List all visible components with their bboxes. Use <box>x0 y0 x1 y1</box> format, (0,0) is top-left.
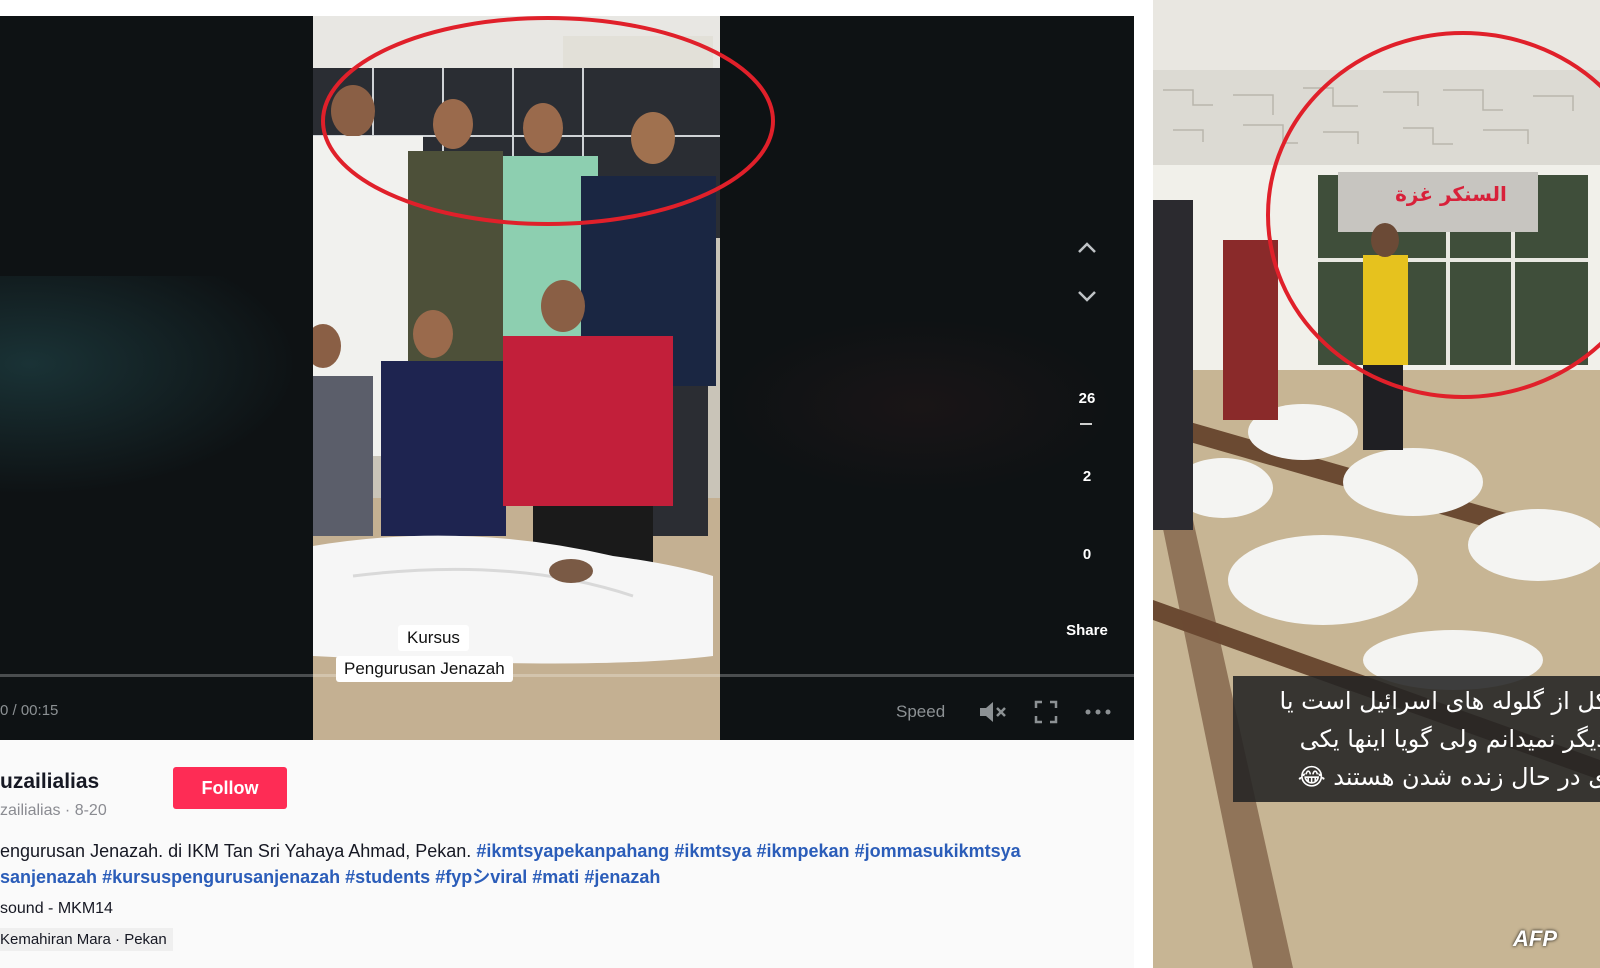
follow-button[interactable]: Follow <box>173 767 287 809</box>
hashtag-link[interactable]: #ikmpekan <box>757 841 850 861</box>
description-line-1: engurusan Jenazah. di IKM Tan Sri Yahaya… <box>0 838 1134 864</box>
overlay-caption: کل از گلوله های اسرائیل است یا دیگر نمید… <box>1233 676 1600 802</box>
save-count[interactable]: 0 <box>1057 546 1117 563</box>
hashtag-link[interactable]: sanjenazah <box>0 867 97 887</box>
chevron-down-icon[interactable] <box>1074 286 1100 306</box>
post-info: uzailialias zailialias · 8-20 Follow eng… <box>0 740 1134 968</box>
hashtag-link[interactable]: #ikmtsya <box>674 841 751 861</box>
image-separator <box>1134 0 1153 968</box>
hashtag-link[interactable]: #kursuspengurusanjenazah <box>102 867 340 887</box>
comment-count[interactable]: 2 <box>1057 468 1117 485</box>
speed-button[interactable]: Speed <box>896 702 945 722</box>
hashtag-link[interactable]: #fypシviral <box>435 867 527 887</box>
post-description: engurusan Jenazah. di IKM Tan Sri Yahaya… <box>0 838 1134 890</box>
video-player[interactable]: Kursus Pengurusan Jenazah 0 / 00:15 Spee… <box>0 16 1134 740</box>
hashtag-link[interactable]: #mati <box>532 867 579 887</box>
afp-watermark: AFP <box>1513 926 1557 951</box>
banner-text: السنكر غزة <box>1395 182 1507 206</box>
comparison-image: السنكر غزة کل از گلوله های اسرائیل است ی… <box>1153 0 1600 968</box>
divider <box>1080 423 1092 425</box>
username[interactable]: uzailialias <box>0 770 99 794</box>
caption-line: کل از گلوله های اسرائیل است یا <box>1279 687 1600 715</box>
annotation-circle <box>1266 31 1600 399</box>
progress-bar[interactable] <box>0 674 1134 677</box>
time-readout: 0 / 00:15 <box>0 702 59 719</box>
video-caption: Kursus <box>398 625 469 651</box>
chevron-up-icon[interactable] <box>1074 238 1100 258</box>
video-caption: Pengurusan Jenazah <box>336 656 513 682</box>
caption-line: ی در حال زنده شدن هستند 😂 <box>1297 763 1600 791</box>
music-link[interactable]: sound - MKM14 <box>0 900 113 918</box>
hashtag-link[interactable]: #jenazah <box>584 867 660 887</box>
description-line-2: sanjenazah #kursuspengurusanjenazah #stu… <box>0 864 1134 890</box>
more-options-icon[interactable] <box>1084 700 1112 724</box>
description-text: engurusan Jenazah. di IKM Tan Sri Yahaya… <box>0 841 472 861</box>
hashtag-link[interactable]: #jommasukikmtsya <box>855 841 1021 861</box>
mute-icon[interactable] <box>978 700 1008 724</box>
share-button[interactable]: Share <box>1050 622 1124 639</box>
fullscreen-icon[interactable] <box>1034 700 1058 724</box>
caption-line: دیگر نمیدانم ولی گویا اینها یکی <box>1299 725 1600 753</box>
hashtag-link[interactable]: #ikmtsyapekanpahang <box>476 841 669 861</box>
tiktok-post-panel: Kursus Pengurusan Jenazah 0 / 00:15 Spee… <box>0 16 1134 968</box>
like-count[interactable]: 26 <box>1057 390 1117 407</box>
handle-and-date: zailialias · 8-20 <box>0 802 107 819</box>
background-blur <box>0 276 300 496</box>
location-chip[interactable]: Kemahiran Mara · Pekan <box>0 928 173 951</box>
annotation-circle <box>321 16 775 226</box>
hashtag-link[interactable]: #students <box>345 867 430 887</box>
